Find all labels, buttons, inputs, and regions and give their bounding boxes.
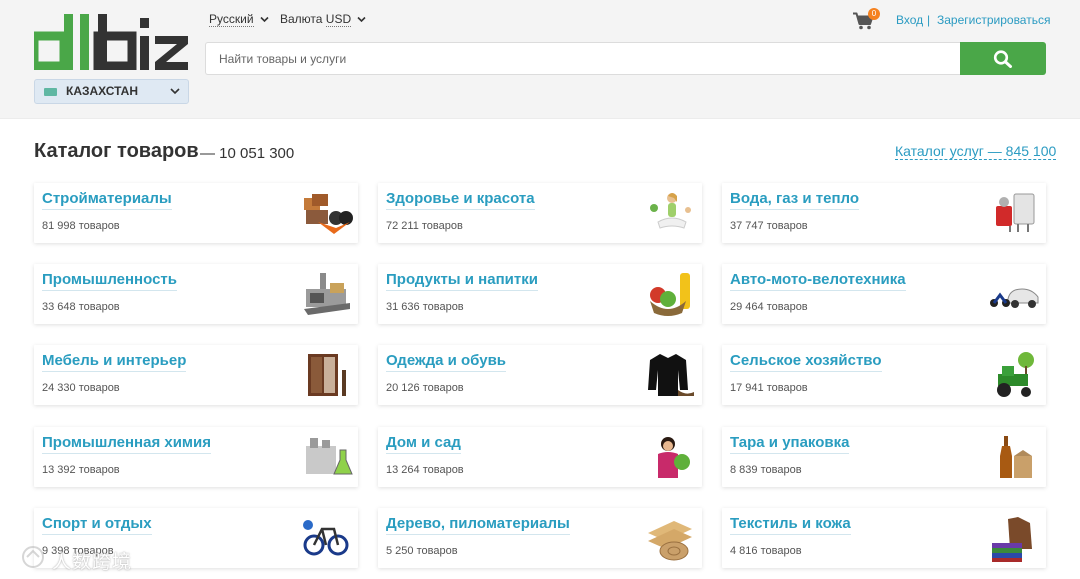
category-card-health[interactable]: Здоровье и красота 72 211 товаров — [378, 183, 702, 243]
category-name: Промышленная химия — [42, 434, 212, 454]
category-card-chemistry[interactable]: Промышленная химия 13 392 товаров — [34, 427, 358, 487]
register-link[interactable]: Зарегистрироваться — [937, 13, 1050, 27]
page-title: Каталог товаров — [34, 140, 199, 162]
category-name: Спорт и отдых — [42, 515, 152, 535]
category-card-packaging[interactable]: Тара и упаковка 8 839 товаров — [722, 427, 1046, 487]
category-card-textile[interactable]: Текстиль и кожа 4 816 товаров — [722, 508, 1046, 568]
category-card-building[interactable]: Стройматериалы 81 998 товаров — [34, 183, 358, 243]
wardrobe-icon — [308, 354, 346, 396]
search-input[interactable] — [205, 42, 961, 75]
bicycle-icon — [303, 520, 349, 556]
category-count: 24 330 товаров — [42, 382, 120, 394]
chevron-down-icon — [357, 17, 366, 23]
region-selector[interactable]: КАЗАХСТАН — [34, 79, 189, 104]
category-card-food[interactable]: Продукты и напитки 31 636 товаров — [378, 264, 702, 324]
category-card-wood[interactable]: Дерево, пиломатериалы 5 250 товаров — [378, 508, 702, 568]
language-label: Русский — [209, 12, 254, 27]
category-name: Стройматериалы — [42, 190, 172, 210]
factory-machine-icon — [304, 273, 350, 315]
kazakhstan-flag-icon — [44, 88, 57, 96]
category-count: 81 998 товаров — [42, 220, 120, 232]
category-name: Дерево, пиломатериалы — [386, 515, 570, 535]
category-name: Сельское хозяйство — [730, 352, 882, 372]
category-count: 8 839 товаров — [730, 464, 802, 476]
groceries-icon — [650, 273, 690, 316]
category-card-furniture[interactable]: Мебель и интерьер 24 330 товаров — [34, 345, 358, 405]
category-name: Мебель и интерьер — [42, 352, 187, 372]
search-button[interactable] — [960, 42, 1046, 75]
category-card-home-garden[interactable]: Дом и сад 13 264 товаров — [378, 427, 702, 487]
jacket-icon — [648, 354, 694, 396]
category-name: Продукты и напитки — [386, 271, 538, 291]
category-count: 29 464 товаров — [730, 301, 808, 313]
watermark-logo-icon — [22, 546, 44, 568]
category-card-clothing[interactable]: Одежда и обувь 20 126 товаров — [378, 345, 702, 405]
category-name: Авто-мото-велотехника — [730, 271, 906, 291]
language-selector[interactable]: Русский — [209, 12, 269, 27]
category-name: Тара и упаковка — [730, 434, 850, 454]
category-count: 20 126 товаров — [386, 382, 464, 394]
leather-fabric-icon — [992, 517, 1032, 562]
category-count: 33 648 товаров — [42, 301, 120, 313]
category-count: 5 250 товаров — [386, 545, 458, 557]
category-count: 72 211 товаров — [386, 220, 463, 232]
yoga-woman-icon — [650, 193, 691, 229]
category-name: Дом и сад — [386, 434, 461, 454]
lumber-icon — [648, 521, 692, 561]
category-name: Вода, газ и тепло — [730, 190, 860, 210]
search-icon — [993, 50, 1012, 68]
category-name: Текстиль и кожа — [730, 515, 851, 535]
category-card-industry[interactable]: Промышленность 33 648 товаров — [34, 264, 358, 324]
category-card-water-gas[interactable]: Вода, газ и тепло 37 747 товаров — [722, 183, 1046, 243]
chemistry-flask-icon — [306, 438, 353, 475]
category-count: 13 264 товаров — [386, 464, 464, 476]
services-catalog-link[interactable]: Каталог услуг — 845 100 — [895, 144, 1057, 160]
allbiz-logo[interactable] — [34, 10, 190, 70]
boiler-icon — [996, 193, 1035, 232]
watermark: 人数跨境 — [20, 545, 140, 573]
chevron-down-icon — [259, 17, 269, 23]
login-link[interactable]: Вход — [896, 13, 923, 27]
bottle-bag-icon — [1000, 436, 1032, 478]
header: КАЗАХСТАН Русский Валюта USD 0 Вход | За… — [0, 0, 1080, 119]
region-label: КАЗАХСТАН — [66, 84, 138, 98]
car-motorcycle-icon — [990, 288, 1039, 308]
currency-label: Валюта — [280, 12, 323, 26]
auth-separator: | — [927, 13, 931, 27]
currency-selector[interactable]: Валюта USD — [280, 12, 366, 27]
category-name: Промышленность — [42, 271, 177, 291]
category-count: 37 747 товаров — [730, 220, 808, 232]
catalog-total-count: — 10 051 300 — [200, 145, 295, 162]
tractor-icon — [997, 352, 1034, 397]
category-name: Здоровье и красота — [386, 190, 535, 210]
category-count: 13 392 товаров — [42, 464, 120, 476]
currency-value: USD — [325, 12, 352, 27]
category-name: Одежда и обувь — [386, 352, 507, 372]
building-materials-icon — [304, 194, 353, 234]
category-count: 17 941 товаров — [730, 382, 808, 394]
watermark-text: 人数跨境 — [52, 552, 133, 573]
cart-count-badge: 0 — [868, 8, 880, 20]
category-card-auto[interactable]: Авто-мото-велотехника 29 464 товаров — [722, 264, 1046, 324]
gardener-woman-icon — [658, 437, 690, 478]
category-card-agriculture[interactable]: Сельское хозяйство 17 941 товаров — [722, 345, 1046, 405]
category-count: 4 816 товаров — [730, 545, 802, 557]
chevron-down-icon — [170, 88, 180, 95]
category-count: 31 636 товаров — [386, 301, 464, 313]
